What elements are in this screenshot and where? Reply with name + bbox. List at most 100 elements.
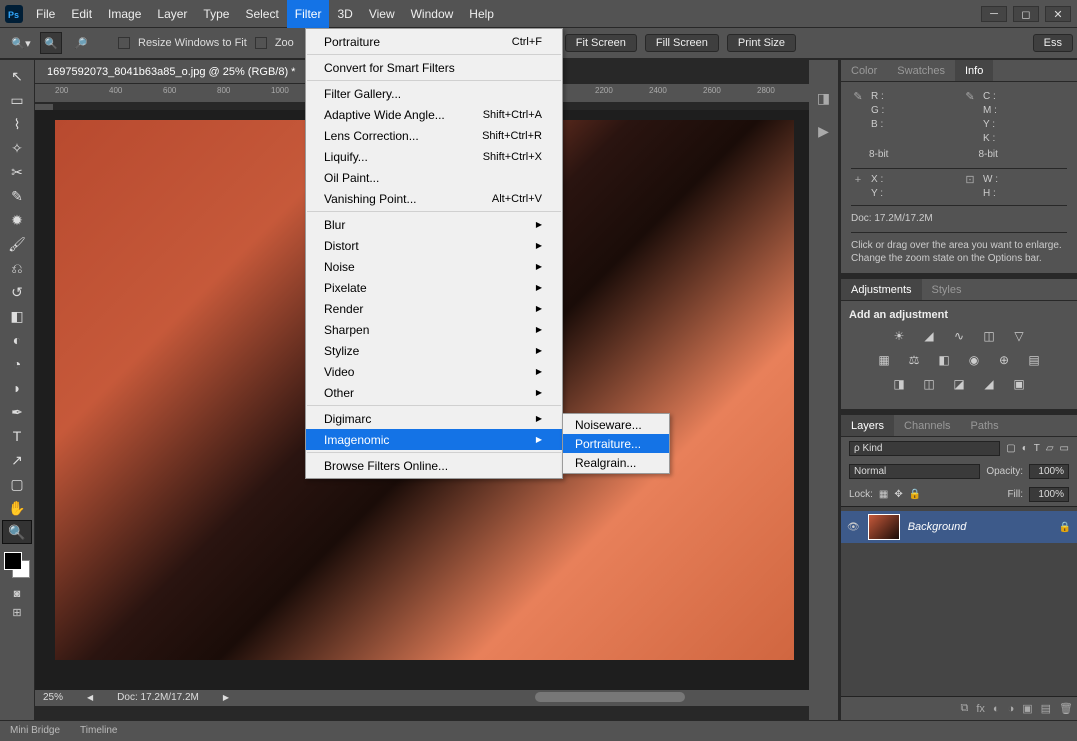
link-icon[interactable]: ⧉ [960,702,968,715]
blend-mode[interactable]: Normal [849,464,980,479]
gradient-tool[interactable]: ◐ [2,328,32,352]
levels-icon[interactable]: ◢ [920,329,938,343]
zoom-tool-icon[interactable]: 🔍▾ [10,32,32,54]
filter-shape-icon[interactable]: ▱ [1046,443,1054,454]
submenuitem-realgrain-[interactable]: Realgrain... [563,453,669,472]
submenuitem-portraiture-[interactable]: Portraiture... [563,434,669,453]
filter-smart-icon[interactable]: ▭ [1060,443,1069,454]
tab-color[interactable]: Color [841,60,887,81]
menu-window[interactable]: Window [403,0,462,28]
vibrance-icon[interactable]: ▽ [1010,329,1028,343]
menuitem-imagenomic[interactable]: Imagenomic [306,429,562,450]
visibility-icon[interactable]: 👁 [847,522,860,533]
zoom-in-icon[interactable]: 🔍 [40,32,62,54]
fit-screen-button[interactable]: Fit Screen [565,34,637,52]
lock-pixels-icon[interactable]: ▦ [879,489,888,500]
blur-tool[interactable]: ◔ [2,352,32,376]
invert-icon[interactable]: ◨ [890,377,908,391]
heal-tool[interactable]: ✹ [2,208,32,232]
adjlayer-icon[interactable]: ◑ [1008,703,1015,715]
brush-tool[interactable]: 🖌 [2,232,32,256]
layer-name[interactable]: Background [908,521,1051,533]
color-swatch[interactable] [4,552,30,578]
tab-paths[interactable]: Paths [961,415,1009,436]
mixer-icon[interactable]: ⊕ [995,353,1013,367]
layer-row[interactable]: 👁 Background 🔒 [841,511,1077,543]
zoom-all-checkbox[interactable] [255,37,267,49]
stamp-tool[interactable]: ⎌ [2,256,32,280]
history-panel-icon[interactable]: ◨ [817,90,830,107]
menu-file[interactable]: File [28,0,63,28]
selective-icon[interactable]: ▣ [1010,377,1028,391]
menu-edit[interactable]: Edit [63,0,100,28]
path-tool[interactable]: ↗ [2,448,32,472]
trash-icon[interactable]: 🗑 [1059,702,1073,715]
tab-channels[interactable]: Channels [894,415,960,436]
menuitem-vanishing-point-[interactable]: Vanishing Point...Alt+Ctrl+V [306,188,562,209]
crop-tool[interactable]: ✂ [2,160,32,184]
filter-adjust-icon[interactable]: ◐ [1022,443,1028,454]
gradient-icon[interactable]: ◢ [980,377,998,391]
menuitem-lens-correction-[interactable]: Lens Correction...Shift+Ctrl+R [306,125,562,146]
resize-windows-checkbox[interactable] [118,37,130,49]
workspace-button[interactable]: Ess [1033,34,1073,52]
tab-adjustments[interactable]: Adjustments [841,279,922,300]
layer-thumbnail[interactable] [868,514,900,540]
close-button[interactable]: ✕ [1045,6,1071,22]
balance-icon[interactable]: ⚖ [905,353,923,367]
menuitem-blur[interactable]: Blur [306,214,562,235]
menuitem-video[interactable]: Video [306,361,562,382]
zoom-percent[interactable]: 25% [43,692,63,703]
menu-filter[interactable]: Filter [287,0,330,28]
submenuitem-noiseware-[interactable]: Noiseware... [563,415,669,434]
fill-screen-button[interactable]: Fill Screen [645,34,719,52]
doc-info[interactable]: Doc: 17.2M/17.2M [117,692,199,703]
tab-styles[interactable]: Styles [922,279,972,300]
opacity-value[interactable]: 100% [1029,464,1069,479]
eraser-tool[interactable]: ◧ [2,304,32,328]
zoom-out-icon[interactable]: 🔎 [70,32,92,54]
menuitem-render[interactable]: Render [306,298,562,319]
menuitem-browse-filters-online-[interactable]: Browse Filters Online... [306,455,562,476]
tab-info[interactable]: Info [955,60,993,81]
menuitem-adaptive-wide-angle-[interactable]: Adaptive Wide Angle...Shift+Ctrl+A [306,104,562,125]
menu-3d[interactable]: 3D [329,0,360,28]
menuitem-oil-paint-[interactable]: Oil Paint... [306,167,562,188]
brightness-icon[interactable]: ☀ [890,329,908,343]
poster-icon[interactable]: ◫ [920,377,938,391]
mask-icon[interactable]: ◐ [993,703,1000,715]
menuitem-portraiture[interactable]: PortraitureCtrl+F [306,31,562,52]
layer-filter[interactable]: ρ Kind [849,441,1000,456]
minimize-button[interactable]: ─ [981,6,1007,22]
menuitem-noise[interactable]: Noise [306,256,562,277]
menu-view[interactable]: View [361,0,403,28]
lasso-tool[interactable]: ⌇ [2,112,32,136]
eyedropper-tool[interactable]: ✎ [2,184,32,208]
move-tool[interactable]: ↖ [2,64,32,88]
lock-position-icon[interactable]: ✥ [894,489,902,500]
menuitem-convert-for-smart-filters[interactable]: Convert for Smart Filters [306,57,562,78]
filter-image-icon[interactable]: ▢ [1006,443,1015,454]
dodge-tool[interactable]: ◗ [2,376,32,400]
zoom-tool[interactable]: 🔍 [2,520,32,544]
fx-icon[interactable]: fx [976,703,985,715]
newlayer-icon[interactable]: ▤ [1041,702,1051,715]
group-icon[interactable]: ▣ [1022,702,1032,715]
lookup-icon[interactable]: ▤ [1025,353,1043,367]
exposure-icon[interactable]: ◫ [980,329,998,343]
menu-type[interactable]: Type [195,0,237,28]
maximize-button[interactable]: ◻ [1013,6,1039,22]
quickmask-icon[interactable]: ◙ [14,588,21,600]
lock-all-icon[interactable]: 🔒 [909,489,921,500]
menuitem-filter-gallery-[interactable]: Filter Gallery... [306,83,562,104]
wand-tool[interactable]: ✧ [2,136,32,160]
bw-icon[interactable]: ◧ [935,353,953,367]
pen-tool[interactable]: ✒ [2,400,32,424]
menuitem-distort[interactable]: Distort [306,235,562,256]
tab-swatches[interactable]: Swatches [887,60,955,81]
menuitem-other[interactable]: Other [306,382,562,403]
horizontal-scrollbar[interactable] [335,692,729,706]
menu-select[interactable]: Select [237,0,286,28]
photo-filter-icon[interactable]: ◉ [965,353,983,367]
history-brush-tool[interactable]: ↺ [2,280,32,304]
